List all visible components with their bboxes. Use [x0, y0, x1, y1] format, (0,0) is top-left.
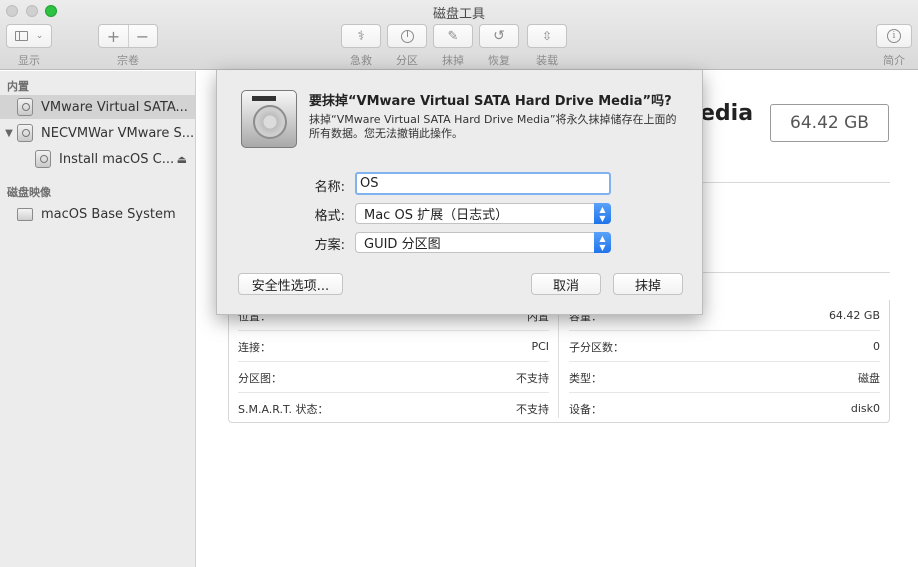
erase-toolbar-button[interactable]: ✎: [433, 24, 473, 48]
remove-volume-button[interactable]: −: [128, 27, 157, 46]
hard-drive-icon: [241, 90, 297, 148]
info-value: 不支持: [516, 371, 549, 385]
stethoscope-icon: ⚕: [357, 28, 365, 44]
sidebar-heading-internal: 内置: [7, 80, 29, 93]
info-value: 0: [873, 340, 880, 353]
info-key: S.M.A.R.T. 状态：: [238, 402, 329, 416]
column-divider: [558, 304, 559, 418]
chevron-down-icon: ⌄: [35, 31, 44, 41]
info-key: 类型：: [569, 371, 602, 385]
select-arrows-icon: ▲ ▼: [594, 232, 611, 253]
info-row-child-count: 子分区数： 0: [569, 331, 880, 362]
first-aid-button[interactable]: ⚕: [341, 24, 381, 48]
info-key: 子分区数：: [569, 340, 624, 354]
info-row-smart-status: S.M.A.R.T. 状态： 不支持: [238, 393, 549, 424]
mount-button[interactable]: ⇳: [527, 24, 567, 48]
disk-size-box: 64.42 GB: [770, 104, 889, 142]
volume-segmented-control: + −: [98, 24, 158, 48]
erase-button[interactable]: 抹掉: [613, 273, 683, 295]
security-options-button[interactable]: 安全性选项...: [238, 273, 343, 295]
view-button[interactable]: ⌄: [6, 24, 52, 48]
hard-disk-icon: [35, 150, 51, 168]
scheme-label: 方案:: [314, 238, 345, 253]
sidebar-item-macos-base-system[interactable]: macOS Base System: [0, 202, 195, 226]
cancel-button[interactable]: 取消: [531, 273, 601, 295]
sidebar-heading-disk-images: 磁盘映像: [7, 186, 51, 199]
info-row-connection: 连接： PCI: [238, 331, 549, 362]
select-arrows-icon: ▲ ▼: [594, 203, 611, 224]
volume-icon: [17, 207, 33, 221]
partition-label: 分区: [396, 54, 418, 67]
info-value: 不支持: [516, 402, 549, 416]
toolbar: 磁盘工具 ⌄ 显示 + − 宗卷 ⚕ 急救 分区 ✎ 抹掉 ↺ 恢复 ⇳ 装载: [0, 0, 918, 70]
name-input[interactable]: [355, 172, 611, 195]
divider: [700, 272, 890, 273]
scheme-select[interactable]: GUID 分区图 ▲ ▼: [355, 232, 611, 253]
first-aid-label: 急救: [350, 54, 372, 67]
info-button[interactable]: i: [876, 24, 912, 48]
pie-chart-icon: [400, 29, 414, 43]
name-label: 名称:: [314, 180, 345, 195]
info-icon: i: [887, 29, 901, 43]
sidebar-item-label: macOS Base System: [41, 206, 176, 222]
info-value: 磁盘: [858, 371, 880, 385]
info-key: 连接：: [238, 340, 271, 354]
restore-button[interactable]: ↺: [479, 24, 519, 48]
hard-disk-icon: [17, 124, 33, 142]
sidebar-item-label: Install macOS C...: [59, 151, 175, 167]
info-label: 简介: [883, 54, 905, 67]
sidebar: 内置 VMware Virtual SATA... ▼ NECVMWar VMw…: [0, 71, 196, 567]
sidebar-item-install-macos[interactable]: Install macOS C... ⏏: [0, 147, 195, 171]
erase-pencil-icon: ✎: [447, 28, 459, 44]
info-row-type: 类型： 磁盘: [569, 362, 880, 393]
sidebar-item-label: NECVMWar VMware S...: [41, 125, 195, 141]
erase-label: 抹掉: [442, 54, 464, 67]
restore-arrow-icon: ↺: [493, 28, 505, 44]
disclosure-triangle-icon[interactable]: ▼: [3, 128, 15, 139]
sidebar-item-necvmwar[interactable]: ▼ NECVMWar VMware S...: [0, 121, 195, 145]
mount-label: 装载: [536, 54, 558, 67]
disk-info-table: 位置： 内置 连接： PCI 分区图： 不支持 S.M.A.R.T. 状态： 不…: [228, 300, 890, 423]
window-title: 磁盘工具: [432, 7, 485, 22]
dialog-title: 要抹掉“VMware Virtual SATA Hard Drive Media…: [309, 94, 672, 109]
info-value: disk0: [850, 402, 880, 415]
view-label: 显示: [18, 54, 40, 67]
sidebar-item-label: VMware Virtual SATA...: [41, 99, 188, 115]
info-value: 64.42 GB: [828, 309, 880, 322]
partition-button[interactable]: [387, 24, 427, 48]
format-select-value: Mac OS 扩展（日志式）: [364, 208, 509, 223]
divider: [700, 182, 890, 183]
volume-label: 宗卷: [117, 54, 139, 67]
info-key: 设备：: [569, 402, 602, 416]
scheme-select-value: GUID 分区图: [364, 237, 441, 252]
mount-icon: ⇳: [541, 29, 553, 43]
hard-disk-icon: [17, 98, 33, 116]
eject-icon[interactable]: ⏏: [177, 153, 187, 166]
dialog-description: 抹掉“VMware Virtual SATA Hard Drive Media”…: [309, 113, 677, 140]
erase-dialog: 要抹掉“VMware Virtual SATA Hard Drive Media…: [216, 70, 703, 315]
restore-label: 恢复: [488, 54, 510, 67]
info-key: 分区图：: [238, 371, 282, 385]
info-value: PCI: [531, 340, 549, 353]
disk-title: edia: [700, 101, 754, 126]
add-volume-button[interactable]: +: [99, 27, 128, 46]
format-select[interactable]: Mac OS 扩展（日志式） ▲ ▼: [355, 203, 611, 224]
sidebar-item-vmware-sata[interactable]: VMware Virtual SATA...: [0, 95, 195, 119]
sidebar-icon: [14, 31, 28, 41]
format-label: 格式:: [314, 209, 345, 224]
info-row-partition-map: 分区图： 不支持: [238, 362, 549, 393]
info-row-device: 设备： disk0: [569, 393, 880, 424]
